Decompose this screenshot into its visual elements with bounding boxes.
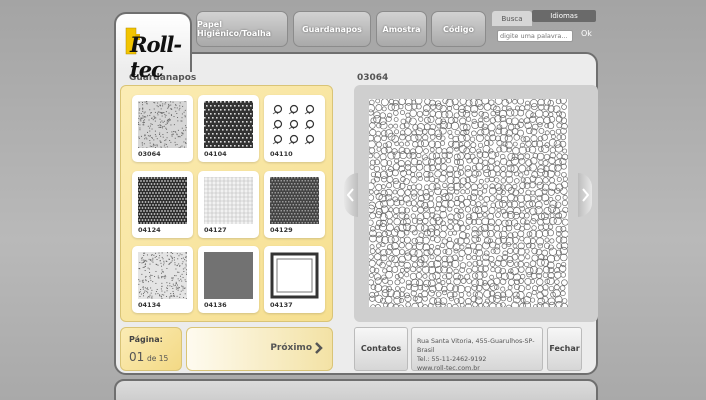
preview-title: 03064 xyxy=(357,73,389,83)
chevron-right-icon xyxy=(582,188,589,202)
tab-label: Papel Higiênico/Toalha xyxy=(197,20,272,38)
address-line: Rua Santa Vitoria, 455-Guarulhos-SP-Bras… xyxy=(417,338,535,354)
address-box: Rua Santa Vitoria, 455-Guarulhos-SP-Bras… xyxy=(411,327,543,373)
preview-image xyxy=(369,99,568,307)
languages-button[interactable]: Idiomas xyxy=(532,10,596,22)
thumbnail-code: 04134 xyxy=(138,301,161,309)
bottom-bar xyxy=(114,379,598,400)
thumbnail-code: 04137 xyxy=(270,301,293,309)
tab-label: Guardanapos xyxy=(302,24,362,34)
phone-line: Tel.: 55-11-2462-9192 xyxy=(417,356,487,363)
logo-text: Roll-tec xyxy=(130,32,182,82)
thumbnail-code: 04127 xyxy=(204,226,227,234)
pattern-swatch xyxy=(270,252,319,299)
thumbnail-item[interactable]: 04124 xyxy=(132,171,193,238)
next-page-label: Próximo xyxy=(270,343,312,353)
page-total: de 15 xyxy=(147,354,169,363)
page-indicator: Página: 01 de 15 xyxy=(120,327,182,371)
close-label: Fechar xyxy=(549,344,580,353)
thumbnail-code: 03064 xyxy=(138,150,161,158)
tab-guardanapos[interactable]: Guardanapos xyxy=(293,11,371,47)
thumbnail-code: 04104 xyxy=(204,150,227,158)
pattern-swatch xyxy=(138,252,187,299)
chevron-right-icon xyxy=(315,342,323,354)
thumbnail-item[interactable]: 04136 xyxy=(198,246,259,313)
pattern-swatch xyxy=(204,252,253,299)
pattern-swatch xyxy=(138,177,187,224)
thumbnail-item[interactable]: 04104 xyxy=(198,95,259,162)
close-button[interactable]: Fechar xyxy=(547,327,582,371)
tab-label: Código xyxy=(442,24,475,34)
search-input[interactable] xyxy=(497,30,573,42)
thumbnail-item[interactable]: 03064 xyxy=(132,95,193,162)
pattern-swatch xyxy=(270,101,319,148)
thumbnail-item[interactable]: 04137 xyxy=(264,246,325,313)
pattern-swatch xyxy=(204,177,253,224)
website-link[interactable]: www.roll-tec.com.br xyxy=(417,364,542,373)
thumbnail-item[interactable]: 04134 xyxy=(132,246,193,313)
tab-papel-higienico-toalha[interactable]: Papel Higiênico/Toalha xyxy=(196,11,288,47)
thumbnail-code: 04124 xyxy=(138,226,161,234)
thumbnail-item[interactable]: 04110 xyxy=(264,95,325,162)
thumbnail-item[interactable]: 04127 xyxy=(198,171,259,238)
search-label: Busca xyxy=(492,11,532,26)
page-current: 01 xyxy=(129,350,145,364)
tab-label: Amostra xyxy=(382,24,421,34)
contacts-button[interactable]: Contatos xyxy=(354,327,408,371)
contacts-label: Contatos xyxy=(360,344,402,353)
tab-amostra[interactable]: Amostra xyxy=(376,11,427,47)
thumbnail-code: 04110 xyxy=(270,150,293,158)
thumbnail-item[interactable]: 04129 xyxy=(264,171,325,238)
pattern-swatch xyxy=(270,177,319,224)
logo[interactable]: Roll-tec xyxy=(114,12,192,82)
tab-codigo[interactable]: Código xyxy=(431,11,486,47)
pattern-swatch xyxy=(204,101,253,148)
next-page-button[interactable]: Próximo xyxy=(186,327,333,371)
page-label: Página: xyxy=(129,335,163,344)
thumbnail-grid: 03064 04104 04110 04124 04127 04129 0413… xyxy=(120,85,333,322)
preview-pattern xyxy=(369,99,568,307)
thumbnail-code: 04136 xyxy=(204,301,227,309)
chevron-left-icon xyxy=(347,188,354,202)
prev-arrow-button[interactable] xyxy=(344,173,358,217)
search-ok-button[interactable]: Ok xyxy=(581,29,592,38)
pattern-swatch xyxy=(138,101,187,148)
thumbnail-code: 04129 xyxy=(270,226,293,234)
